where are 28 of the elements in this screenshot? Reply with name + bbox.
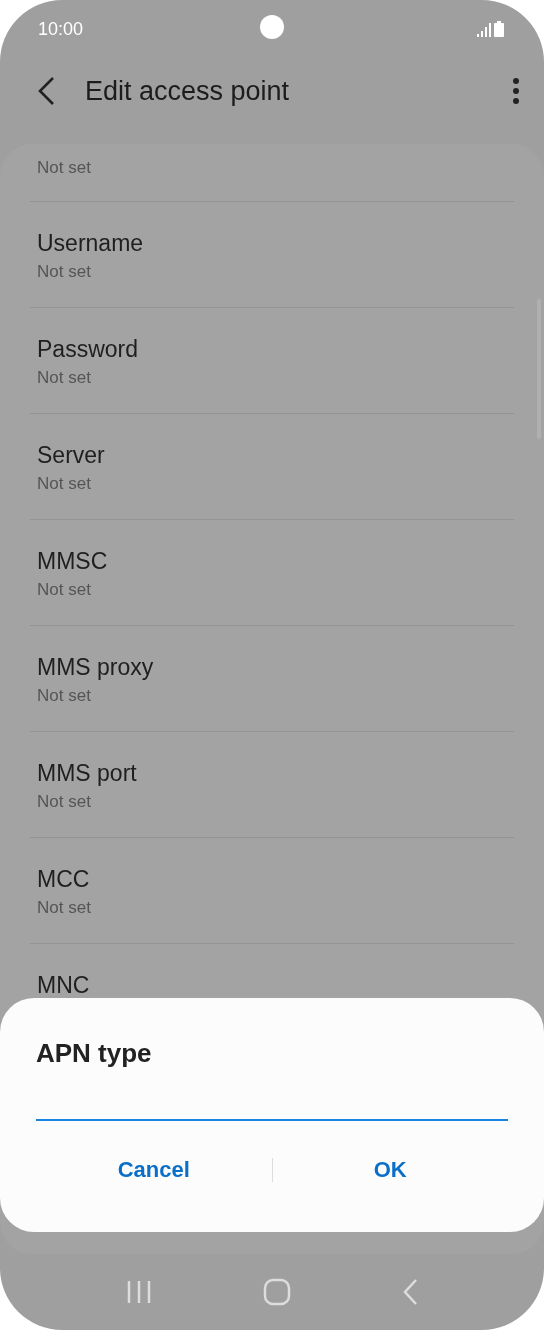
- back-icon[interactable]: [36, 76, 56, 106]
- dialog-button[interactable]: OK: [272, 1149, 508, 1191]
- setting-title[interactable]: Server: [37, 441, 105, 469]
- setting-value: Not set: [37, 473, 91, 495]
- screen-title: Edit access point: [85, 75, 290, 107]
- battery-icon: [494, 21, 504, 37]
- recent-apps-icon[interactable]: [125, 1279, 152, 1305]
- dialog-button[interactable]: Cancel: [36, 1149, 272, 1191]
- setting-title[interactable]: MNC: [37, 971, 90, 999]
- camera-hole: [260, 15, 284, 39]
- setting-title[interactable]: MMS port: [37, 759, 137, 787]
- setting-value: Not set: [37, 367, 91, 389]
- setting-value: Not set: [37, 261, 91, 283]
- setting-title[interactable]: MCC: [37, 865, 90, 893]
- setting-value: Not set: [37, 791, 91, 813]
- status-time: 10:00: [38, 18, 84, 40]
- setting-title[interactable]: MMS proxy: [37, 653, 154, 681]
- setting-title[interactable]: MMSC: [37, 547, 108, 575]
- signal-icon: [477, 23, 491, 37]
- setting-title[interactable]: Password: [37, 335, 138, 363]
- setting-title[interactable]: Username: [37, 229, 144, 257]
- more-options-icon[interactable]: [512, 77, 520, 105]
- setting-value: Not set: [37, 685, 91, 707]
- setting-value: Not set: [37, 579, 91, 601]
- setting-value: Not set: [37, 157, 91, 179]
- home-icon[interactable]: [263, 1278, 291, 1306]
- dialog-title: APN type: [36, 1038, 152, 1069]
- setting-value: Not set: [37, 897, 91, 919]
